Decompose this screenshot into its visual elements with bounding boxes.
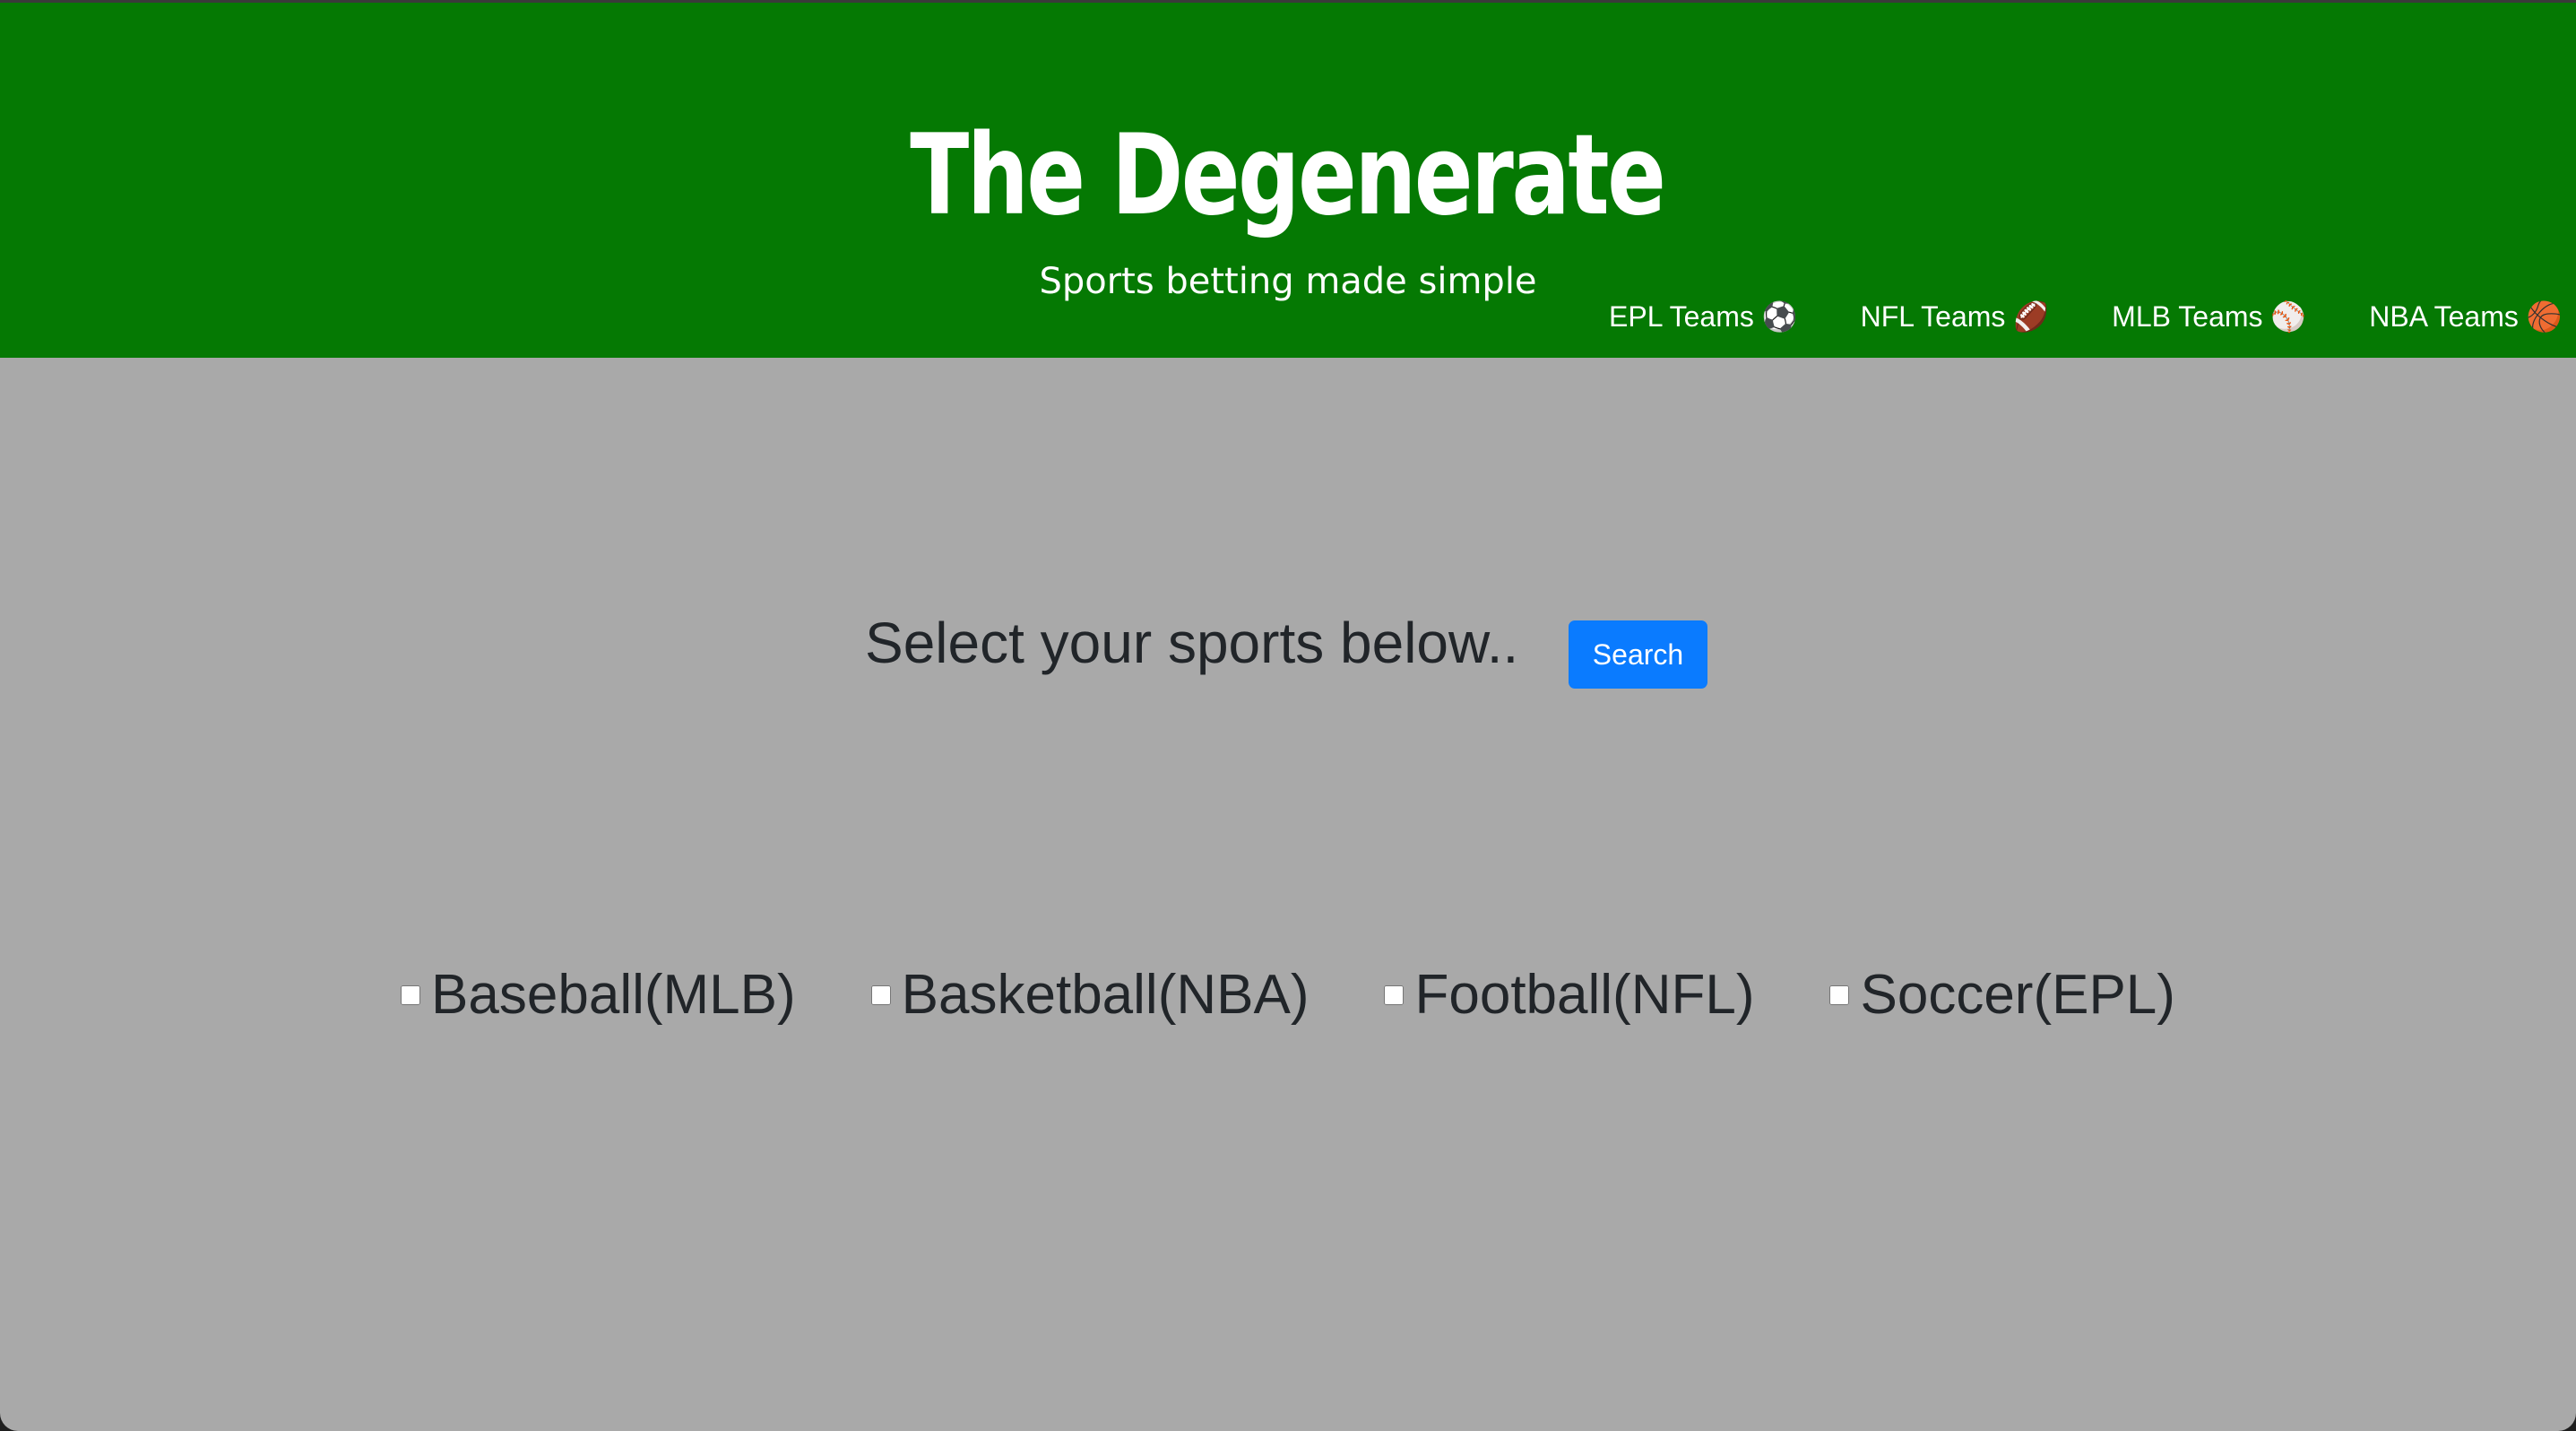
nav-link-nba-teams[interactable]: NBA Teams 🏀 [2369,294,2562,339]
football-checkbox[interactable] [1384,985,1405,1005]
nav-link-mlb-teams[interactable]: MLB Teams ⚾ [2112,294,2306,339]
soccer-checkbox[interactable] [1829,985,1850,1005]
search-button[interactable]: Search [1569,620,1707,689]
basketball-label[interactable]: Basketball(NBA) [902,959,1310,1031]
browser-viewport: The Degenerate Sports betting made simpl… [0,0,2576,1431]
sport-option-football: Football(NFL) [1384,959,1754,1031]
basketball-checkbox[interactable] [870,985,891,1005]
nav-link-epl-teams[interactable]: EPL Teams ⚽ [1609,294,1798,339]
site-header: The Degenerate Sports betting made simpl… [0,3,2576,358]
sports-prompt: Select your sports below.. [865,611,1519,675]
sport-option-basketball: Basketball(NBA) [870,959,1310,1031]
sport-option-soccer: Soccer(EPL) [1829,959,2175,1031]
sport-option-baseball: Baseball(MLB) [401,959,796,1031]
baseball-checkbox[interactable] [401,985,421,1005]
team-nav: EPL Teams ⚽ NFL Teams 🏈 MLB Teams ⚾ NBA … [1609,294,2563,339]
soccer-label[interactable]: Soccer(EPL) [1860,959,2174,1031]
nav-link-nfl-teams[interactable]: NFL Teams 🏈 [1861,294,2050,339]
site-title: The Degenerate [910,111,1666,240]
football-label[interactable]: Football(NFL) [1414,959,1754,1031]
baseball-label[interactable]: Baseball(MLB) [431,959,796,1031]
sports-checkbox-group: Baseball(MLB) Basketball(NBA) Football(N… [0,959,2576,1031]
